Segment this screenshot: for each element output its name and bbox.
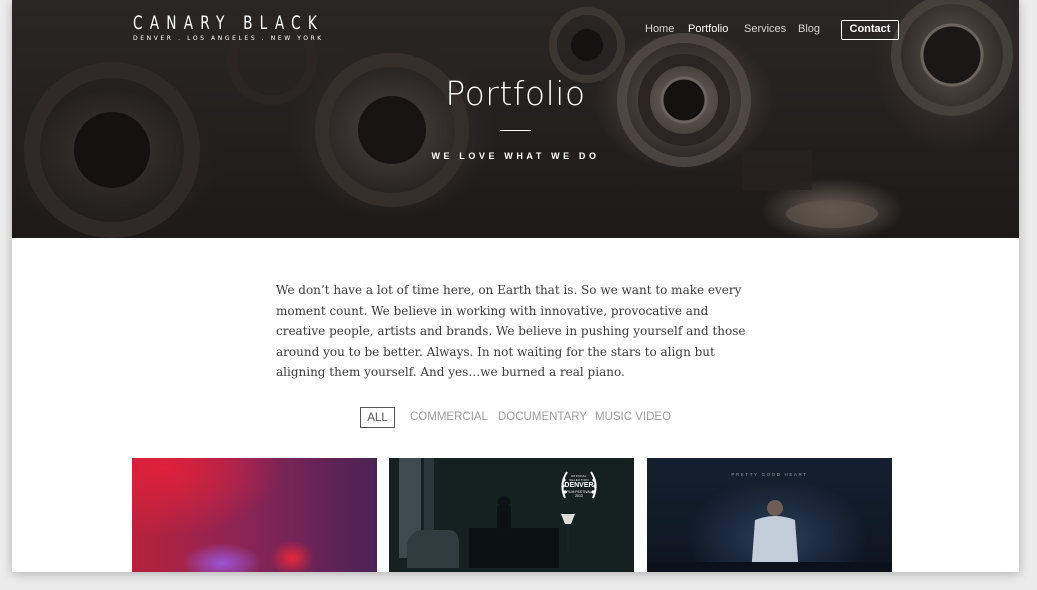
main-nav: Home Portfolio Services Blog Contact — [12, 20, 1019, 42]
contact-button[interactable]: Contact — [841, 20, 899, 40]
piano-room-thumbnail[interactable]: OFFICIAL SELECTION DENVER FILM FESTIVAL … — [389, 458, 634, 572]
laurel-main-text: DENVER — [564, 482, 594, 489]
nav-portfolio-link[interactable]: Portfolio — [688, 23, 728, 35]
festival-laurel: OFFICIAL SELECTION DENVER FILM FESTIVAL … — [564, 474, 594, 498]
hero-tagline: WE LOVE WHAT WE DO — [431, 151, 600, 161]
intro-paragraph: We don’t have a lot of time here, on Ear… — [276, 283, 746, 379]
nav-blog-link[interactable]: Blog — [798, 23, 820, 35]
title-divider — [500, 130, 531, 131]
filter-music-video[interactable]: MUSIC VIDEO — [595, 407, 671, 428]
red-abstract-thumbnail[interactable] — [132, 458, 377, 572]
nav-services-link[interactable]: Services — [744, 23, 786, 35]
filter-commercial[interactable]: COMMERCIAL — [410, 407, 488, 428]
pretty-good-heart-thumbnail[interactable]: PRETTY GOOD HEART — [647, 458, 892, 572]
filter-all[interactable]: ALL — [360, 407, 395, 428]
portfolio-filter-bar: ALL COMMERCIAL DOCUMENTARY MUSIC VIDEO — [12, 407, 1019, 429]
browser-viewport: CANARY BLACK DENVER . LOS ANGELES . NEW … — [12, 0, 1019, 572]
page-title: Portfolio — [445, 74, 586, 113]
hero-banner: CANARY BLACK DENVER . LOS ANGELES . NEW … — [12, 0, 1019, 238]
filter-documentary[interactable]: DOCUMENTARY — [498, 407, 587, 428]
nav-home-link[interactable]: Home — [645, 23, 674, 35]
thumbnail-caption: PRETTY GOOD HEART — [731, 472, 808, 477]
laurel-top-text: OFFICIAL SELECTION — [569, 474, 589, 482]
laurel-year-text: 2013 — [575, 494, 583, 498]
